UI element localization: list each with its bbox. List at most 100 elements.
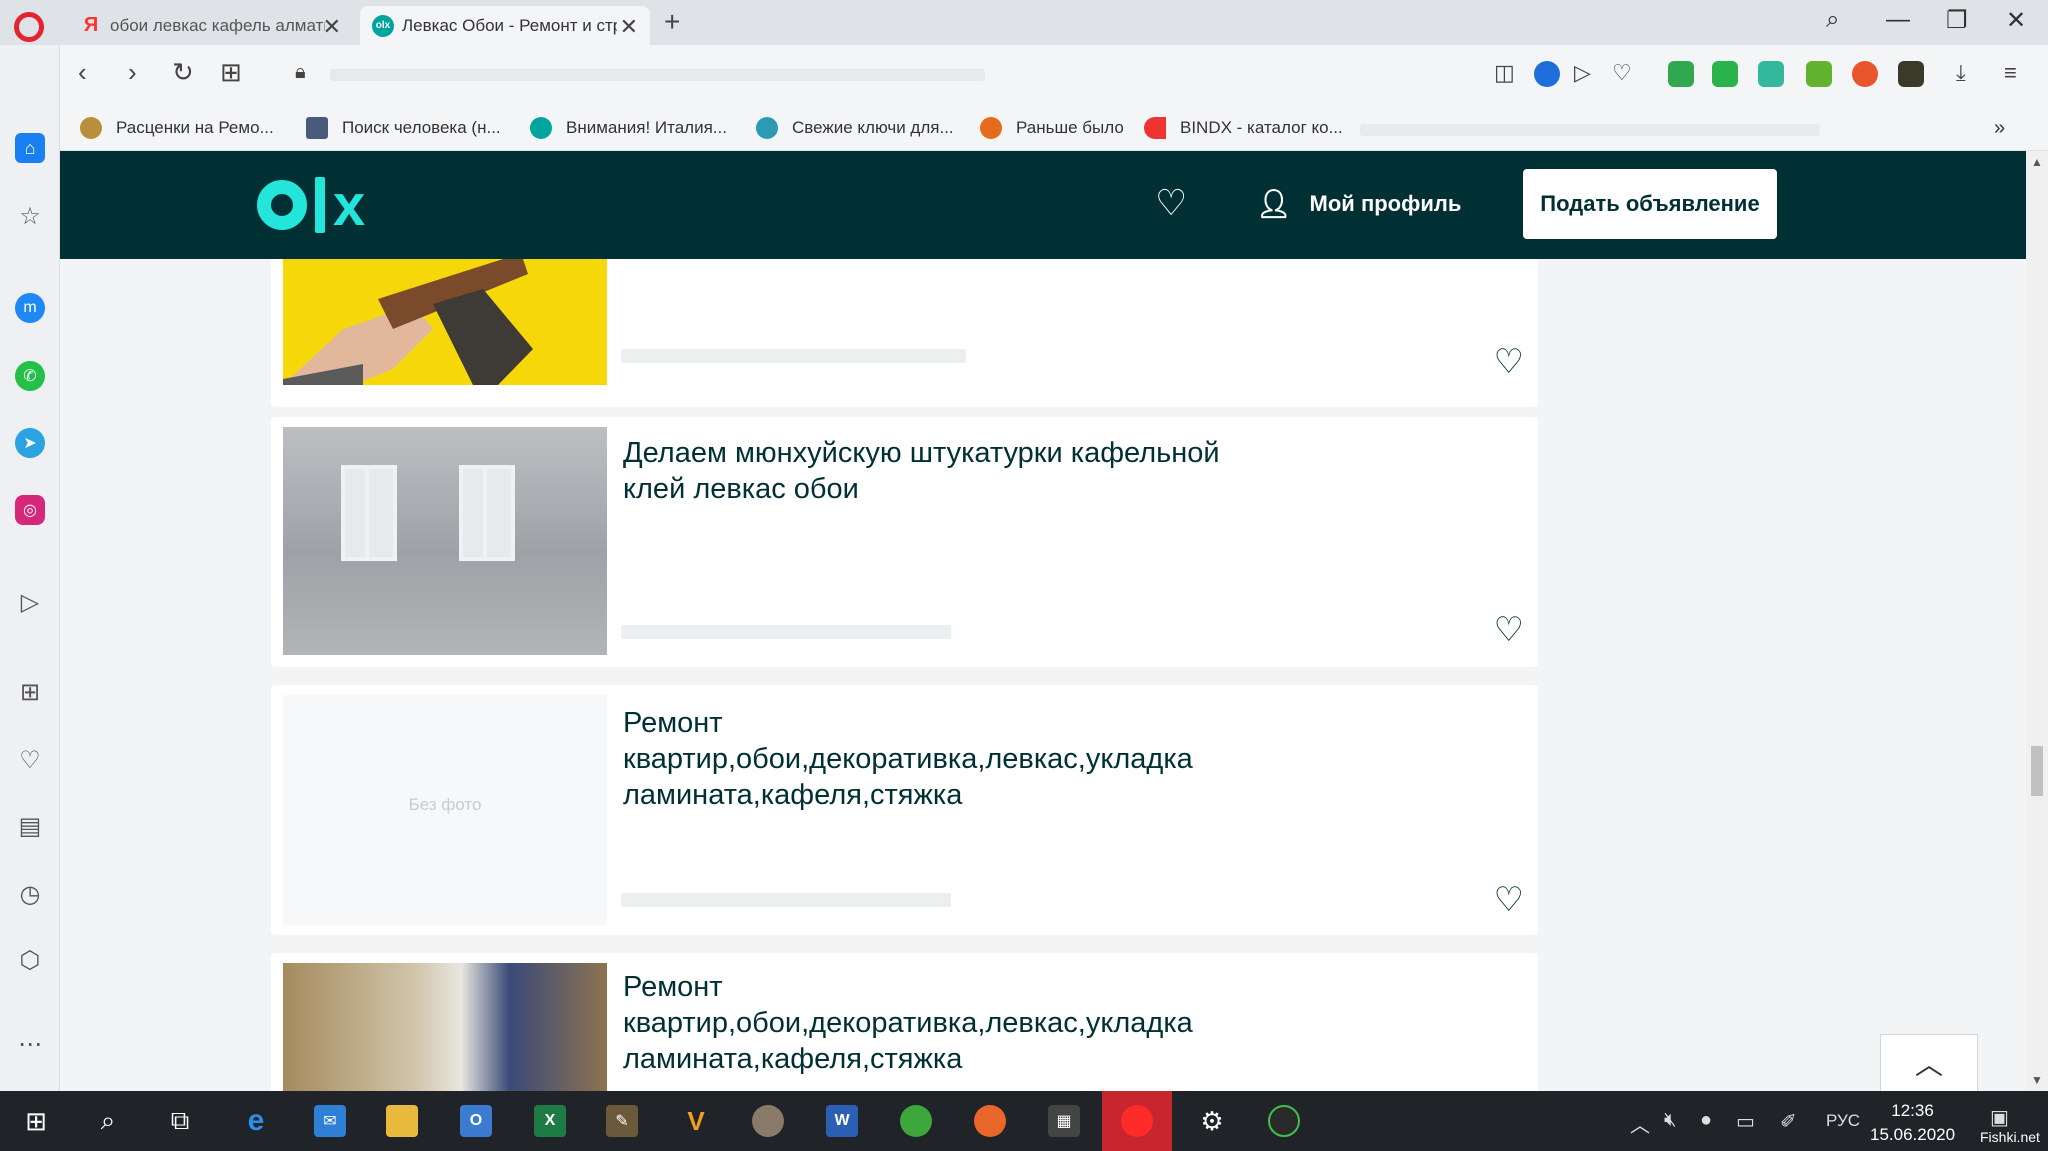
home-icon[interactable]: ⌂ [15,133,45,163]
volume-muted-icon[interactable]: 🔇︎ [1664,1109,1677,1132]
bookmark-item[interactable]: Раньше было [980,115,1124,141]
tray-app-icon[interactable]: ● [1700,1109,1712,1132]
orange-extension-icon[interactable] [1852,61,1878,87]
favorites-heart-icon[interactable]: ♡ [1155,185,1187,221]
my-profile-link[interactable]: 👤︎ Мой профиль [1256,187,1461,220]
editor-icon[interactable]: ✎ [602,1101,642,1141]
download-extension-icon[interactable] [1806,61,1832,87]
snapshot-icon[interactable]: ◫ [1494,60,1515,86]
url-input[interactable] [330,55,1490,91]
olx-icon: olx [372,14,394,37]
restore-icon[interactable]: ❐ [1946,6,1968,35]
green-extension-icon[interactable] [1712,61,1738,87]
messenger-icon[interactable]: m [15,293,45,323]
search-tabs-icon[interactable]: ⌕ [1826,6,1839,34]
listing-card[interactable]: ♡ [271,259,1538,407]
pen-icon[interactable]: ✐ [1780,1109,1797,1134]
firefox-icon[interactable] [970,1101,1010,1141]
globe-app-icon[interactable] [748,1101,788,1141]
scroll-down-arrow-icon[interactable]: ▼ [2031,1073,2043,1087]
add-to-favorites-icon[interactable]: ♡ [1494,345,1524,379]
easy-setup-icon[interactable]: ≡ [2004,60,2017,86]
reload-icon[interactable]: ↻ [172,57,194,88]
news-icon[interactable]: ▤ [15,811,45,841]
teal-extension-icon[interactable] [1758,61,1784,87]
word-icon[interactable]: W [822,1101,862,1141]
minimize-icon[interactable]: — [1886,6,1910,34]
back-icon[interactable]: ‹ [78,57,87,88]
page-scrollbar[interactable]: ▲ ▼ [2026,151,2048,1091]
listing-thumbnail[interactable]: Без фото [283,695,607,925]
olx-logo[interactable]: x [257,173,365,238]
close-tab-icon[interactable]: ✕ [323,14,341,40]
history-icon[interactable]: ◷ [15,879,45,909]
new-tab-icon[interactable]: + [664,6,680,38]
notifications-icon[interactable]: ▣ [1990,1105,2009,1130]
clock[interactable]: 12:36 15.06.2020 [1870,1099,1955,1147]
add-to-favorites-icon[interactable]: ♡ [1494,613,1524,647]
outlook-icon[interactable]: O [456,1101,496,1141]
windows-start-icon[interactable]: ⊞ [16,1101,56,1141]
network-icon[interactable]: ▭ [1736,1109,1755,1134]
instagram-icon[interactable]: ◎ [15,495,45,525]
adblock-extension-icon[interactable] [1668,61,1694,87]
scrollbar-thumb[interactable] [2031,746,2043,796]
extensions-icon[interactable]: ⬡ [15,945,45,975]
bookmark-heart-icon[interactable]: ♡ [1612,60,1632,86]
tabs-grid-icon[interactable]: ⊞ [15,677,45,707]
listing-card[interactable]: Без фото Ремонт квартир,обои,декоративка… [271,685,1538,935]
opera-taskbar-icon[interactable] [1102,1091,1172,1151]
scroll-to-top-button[interactable]: ︿ [1880,1034,1978,1092]
opera-menu-icon[interactable] [14,12,44,42]
listing-thumbnail[interactable] [283,427,607,655]
settings-icon[interactable]: ⚙ [1192,1101,1232,1141]
forward-icon[interactable]: › [128,57,137,88]
heart-icon[interactable]: ♡ [15,745,45,775]
telegram-icon[interactable]: ➤ [15,428,45,458]
flow-send-icon[interactable]: ▷ [1574,60,1591,86]
tab-search-results[interactable]: Я обои левкас кафель алматы ✕ [68,6,353,45]
star-icon[interactable]: ☆ [15,201,45,231]
bookmark-item[interactable]: Внимания! Италия... [530,115,727,141]
excel-icon[interactable]: X [530,1101,570,1141]
bookmark-item[interactable]: BINDX - каталог ко... [1144,115,1343,141]
more-bookmarks-icon[interactable]: » [1994,115,2005,141]
downloads-icon[interactable]: ⤓ [1956,60,1966,86]
bookmark-item[interactable]: Свежие ключи для... [756,115,954,141]
flow-icon[interactable]: ▷ [15,587,45,617]
more-icon[interactable]: ⋯ [15,1029,45,1059]
lock-icon[interactable]: 🔒︎ [295,61,306,84]
file-explorer-icon[interactable] [382,1101,422,1141]
edge-icon[interactable]: e [236,1101,276,1141]
language-indicator[interactable]: РУС [1826,1111,1860,1131]
listing-card[interactable]: Ремонт квартир,обои,декоративка,левкас,у… [271,953,1538,1091]
listing-thumbnail[interactable] [283,963,607,1091]
tab-olx-listing[interactable]: olx Левкас Обои - Ремонт и строительство… [360,6,650,45]
listing-title[interactable]: Ремонт квартир,обои,декоративка,левкас,у… [623,705,1223,813]
listing-title[interactable]: Ремонт квартир,обои,декоративка,левкас,у… [623,969,1223,1077]
green-app-icon[interactable] [896,1101,936,1141]
page-viewport: x ♡ 👤︎ Мой профиль Подать объявление ♡ Д… [60,151,2026,1091]
listing-thumbnail[interactable] [283,259,607,385]
tray-expand-icon[interactable]: ︿ [1630,1109,1650,1138]
listing-title[interactable]: Делаем мюнхуйскую штукатурки кафельной к… [623,435,1223,507]
whatsapp-icon[interactable]: ✆ [15,361,45,391]
dark-extension-icon[interactable] [1898,61,1924,87]
add-to-favorites-icon[interactable]: ♡ [1494,883,1524,917]
search-icon[interactable]: ⌕ [88,1101,128,1141]
speed-dial-icon[interactable]: ⊞ [220,57,242,88]
mail-icon[interactable]: ✉ [310,1101,350,1141]
watermark: Fishki.net [1980,1129,2040,1145]
post-ad-button[interactable]: Подать объявление [1523,169,1777,239]
listing-card[interactable]: Делаем мюнхуйскую штукатурки кафельной к… [271,417,1538,667]
bookmark-item[interactable]: Расценки на Ремо... [80,115,274,141]
vpn-shield-icon[interactable] [1534,61,1560,87]
app-shortcut-icon[interactable] [1264,1101,1304,1141]
scroll-up-arrow-icon[interactable]: ▲ [2031,155,2043,169]
close-tab-icon[interactable]: ✕ [620,14,638,40]
close-window-icon[interactable]: ✕ [2006,6,2026,35]
calculator-icon[interactable]: ▦ [1044,1101,1084,1141]
task-view-icon[interactable]: ⧉ [160,1101,200,1141]
vivaldi-icon[interactable]: V [676,1101,716,1141]
bookmark-item[interactable]: Поиск человека (н... [306,115,501,141]
